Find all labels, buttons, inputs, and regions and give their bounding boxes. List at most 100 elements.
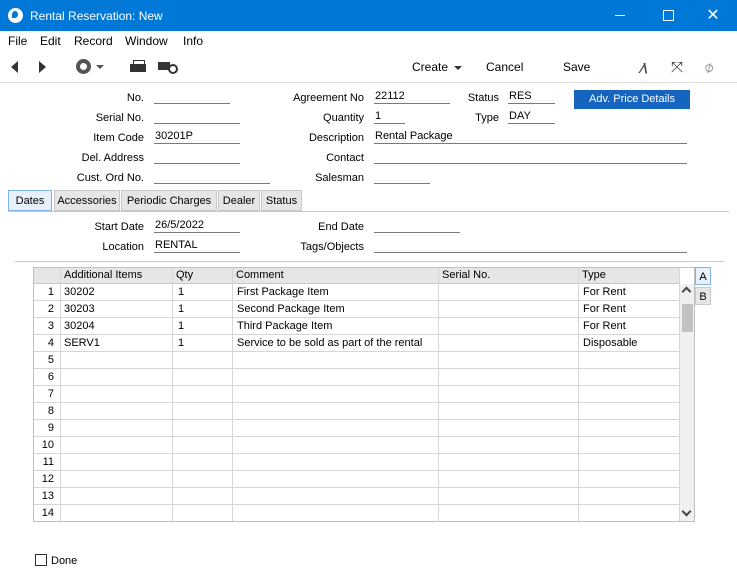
row-number: 8 (47, 405, 54, 417)
table-row[interactable]: 4 SERV1 1 Service to be sold as part of the… (34, 335, 680, 352)
grid-page-tab-a[interactable]: A (695, 267, 711, 285)
cell-qty[interactable]: 1 (178, 337, 184, 349)
cell-type[interactable]: Disposable (583, 337, 637, 349)
tab-accessories[interactable]: Accessories (54, 190, 120, 211)
cell-qty[interactable]: 1 (178, 320, 184, 332)
column-header-type[interactable]: Type (582, 269, 606, 281)
attachment-icon[interactable]: ⌀ (700, 57, 717, 77)
location-field[interactable]: RENTAL (154, 239, 240, 253)
activity-icon[interactable]: ⁄\ (641, 60, 647, 76)
item-code-field[interactable]: 30201P (154, 130, 240, 144)
table-row[interactable]: 10 (34, 437, 680, 454)
menu-window[interactable]: Window (125, 34, 168, 48)
agreement-no-field[interactable]: 22112 (374, 90, 450, 104)
menu-file[interactable]: File (8, 34, 27, 48)
description-field[interactable]: Rental Package (374, 130, 687, 144)
contact-field[interactable] (374, 150, 687, 164)
table-row[interactable]: 1 30202 1 First Package Item For Rent (34, 284, 680, 301)
tab-dates[interactable]: Dates (8, 190, 52, 211)
row-number: 9 (47, 422, 54, 434)
start-date-field[interactable]: 26/5/2022 (154, 219, 240, 233)
column-header-qty[interactable]: Qty (176, 269, 193, 281)
contact-label: Contact (326, 152, 364, 164)
cust-ord-no-field[interactable] (154, 170, 270, 184)
cancel-button[interactable]: Cancel (486, 60, 523, 74)
cell-comment[interactable]: Second Package Item (237, 303, 345, 315)
cell-additional-item[interactable]: 30204 (64, 320, 95, 332)
table-row[interactable]: 9 (34, 420, 680, 437)
no-field[interactable] (154, 90, 230, 104)
end-date-field[interactable] (374, 219, 460, 233)
cell-additional-item[interactable]: 30202 (64, 286, 95, 298)
serial-no-field[interactable] (154, 110, 240, 124)
tab-status[interactable]: Status (261, 190, 302, 211)
cell-qty[interactable]: 1 (178, 303, 184, 315)
status-field[interactable]: RES (508, 90, 555, 104)
type-field[interactable]: DAY (508, 110, 555, 124)
grid-scrollbar[interactable] (680, 284, 694, 521)
previous-record-icon[interactable] (11, 61, 18, 73)
minimize-button[interactable] (597, 0, 643, 31)
table-row[interactable]: 12 (34, 471, 680, 488)
menu-edit[interactable]: Edit (40, 34, 61, 48)
salesman-field[interactable] (374, 170, 430, 184)
close-button[interactable]: ✕ (690, 0, 736, 31)
print-preview-icon[interactable] (158, 60, 178, 74)
table-row[interactable]: 7 (34, 386, 680, 403)
expand-icon[interactable]: ⤧ (671, 59, 683, 76)
table-row[interactable]: 5 (34, 352, 680, 369)
tags-objects-field[interactable] (374, 239, 687, 253)
cell-type[interactable]: For Rent (583, 320, 626, 332)
chevron-down-icon[interactable] (96, 65, 104, 69)
adv-price-details-button[interactable]: Adv. Price Details (574, 90, 690, 109)
table-row[interactable]: 13 (34, 488, 680, 505)
gear-icon[interactable] (76, 59, 91, 74)
menu-record[interactable]: Record (74, 34, 113, 48)
table-row[interactable]: 6 (34, 369, 680, 386)
table-row[interactable]: 2 30203 1 Second Package Item For Rent (34, 301, 680, 318)
del-address-field[interactable] (154, 150, 240, 164)
end-date-label: End Date (318, 221, 364, 233)
status-label: Status (467, 92, 499, 104)
additional-items-grid[interactable]: Additional Items Qty Comment Serial No. … (33, 267, 695, 522)
next-record-icon[interactable] (39, 61, 46, 73)
tags-objects-label: Tags/Objects (300, 241, 364, 253)
cell-comment[interactable]: Third Package Item (237, 320, 332, 332)
serial-no-label: Serial No. (95, 112, 144, 124)
app-icon (8, 8, 23, 23)
menu-info[interactable]: Info (183, 34, 203, 48)
cell-comment[interactable]: Service to be sold as part of the rental (237, 337, 422, 349)
scroll-down-icon[interactable] (681, 506, 692, 517)
table-row[interactable]: 11 (34, 454, 680, 471)
cell-type[interactable]: For Rent (583, 286, 626, 298)
chevron-down-icon (454, 65, 463, 70)
table-row[interactable]: 14 (34, 505, 680, 521)
table-row[interactable]: 3 30204 1 Third Package Item For Rent (34, 318, 680, 335)
scrollbar-thumb[interactable] (682, 304, 693, 332)
cell-comment[interactable]: First Package Item (237, 286, 329, 298)
cell-additional-item[interactable]: SERV1 (64, 337, 100, 349)
tab-divider (8, 211, 729, 212)
cell-qty[interactable]: 1 (178, 286, 184, 298)
cell-additional-item[interactable]: 30203 (64, 303, 95, 315)
done-checkbox[interactable] (35, 554, 47, 566)
quantity-field[interactable]: 1 (374, 110, 405, 124)
cell-type[interactable]: For Rent (583, 303, 626, 315)
row-number: 14 (41, 507, 54, 519)
quantity-label: Quantity (323, 112, 364, 124)
row-number: 7 (47, 388, 54, 400)
column-header-comment[interactable]: Comment (236, 269, 284, 281)
grid-page-tab-b[interactable]: B (695, 287, 711, 305)
table-row[interactable]: 8 (34, 403, 680, 420)
item-code-label: Item Code (93, 132, 144, 144)
maximize-button[interactable] (645, 0, 691, 31)
tab-periodic-charges[interactable]: Periodic Charges (121, 190, 217, 211)
print-icon[interactable] (130, 60, 146, 73)
tab-dealer[interactable]: Dealer (218, 190, 260, 211)
scroll-up-icon[interactable] (681, 286, 692, 297)
save-button[interactable]: Save (563, 60, 590, 74)
row-number: 5 (47, 354, 54, 366)
column-header-serial-no[interactable]: Serial No. (442, 269, 490, 281)
create-button[interactable]: Create (412, 60, 463, 74)
column-header-additional-items[interactable]: Additional Items (64, 269, 142, 281)
